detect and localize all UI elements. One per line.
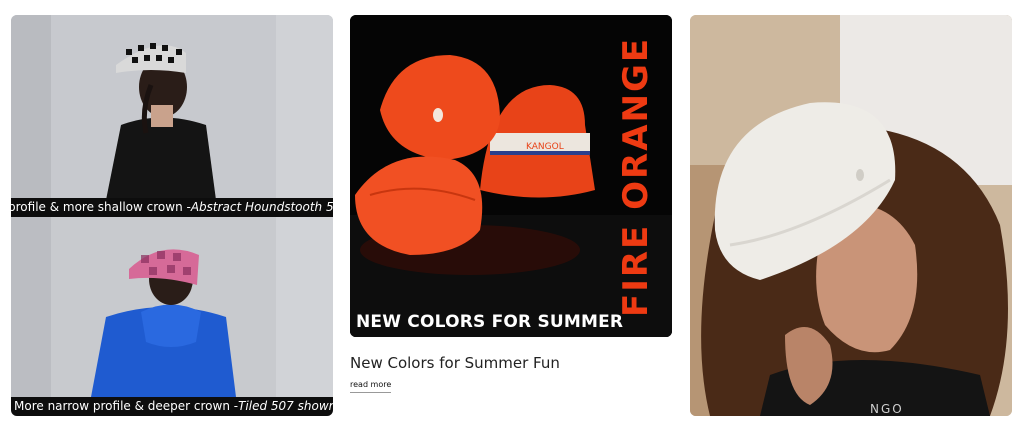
gallery-card-hat-profiles[interactable]: profile & more shallow crown - Abstract … bbox=[11, 15, 333, 416]
kangaroo-logo-icon bbox=[433, 108, 443, 122]
read-more-link[interactable]: read more bbox=[350, 380, 392, 393]
photo-houndstooth-hat bbox=[11, 15, 333, 200]
promo-card-fire-orange[interactable]: KANGOL FIRE ORANGE NEW COLORS FOR SUMMER bbox=[350, 15, 672, 337]
caption-bar-top: profile & more shallow crown - Abstract … bbox=[11, 198, 333, 217]
caption-bar-bottom: More narrow profile & deeper crown - Til… bbox=[11, 397, 333, 416]
beret-logo-icon bbox=[856, 169, 864, 181]
kangol-logo-text: KANGOL bbox=[526, 142, 564, 152]
promo-headline: NEW COLORS FOR SUMMER bbox=[356, 312, 624, 332]
promo-vertical-text: FIRE ORANGE bbox=[616, 36, 656, 318]
caption-text-bottom: More narrow profile & deeper crown - Til… bbox=[14, 399, 333, 413]
caption-text-top: profile & more shallow crown - Abstract … bbox=[11, 200, 333, 214]
gallery-card-beret[interactable]: NGO bbox=[690, 15, 1012, 416]
photo-tiled-hat bbox=[11, 217, 333, 397]
shirt-print-text: NGO bbox=[870, 402, 904, 416]
photo-beret-woman: NGO bbox=[690, 15, 1012, 416]
post-title[interactable]: New Colors for Summer Fun bbox=[350, 354, 560, 372]
